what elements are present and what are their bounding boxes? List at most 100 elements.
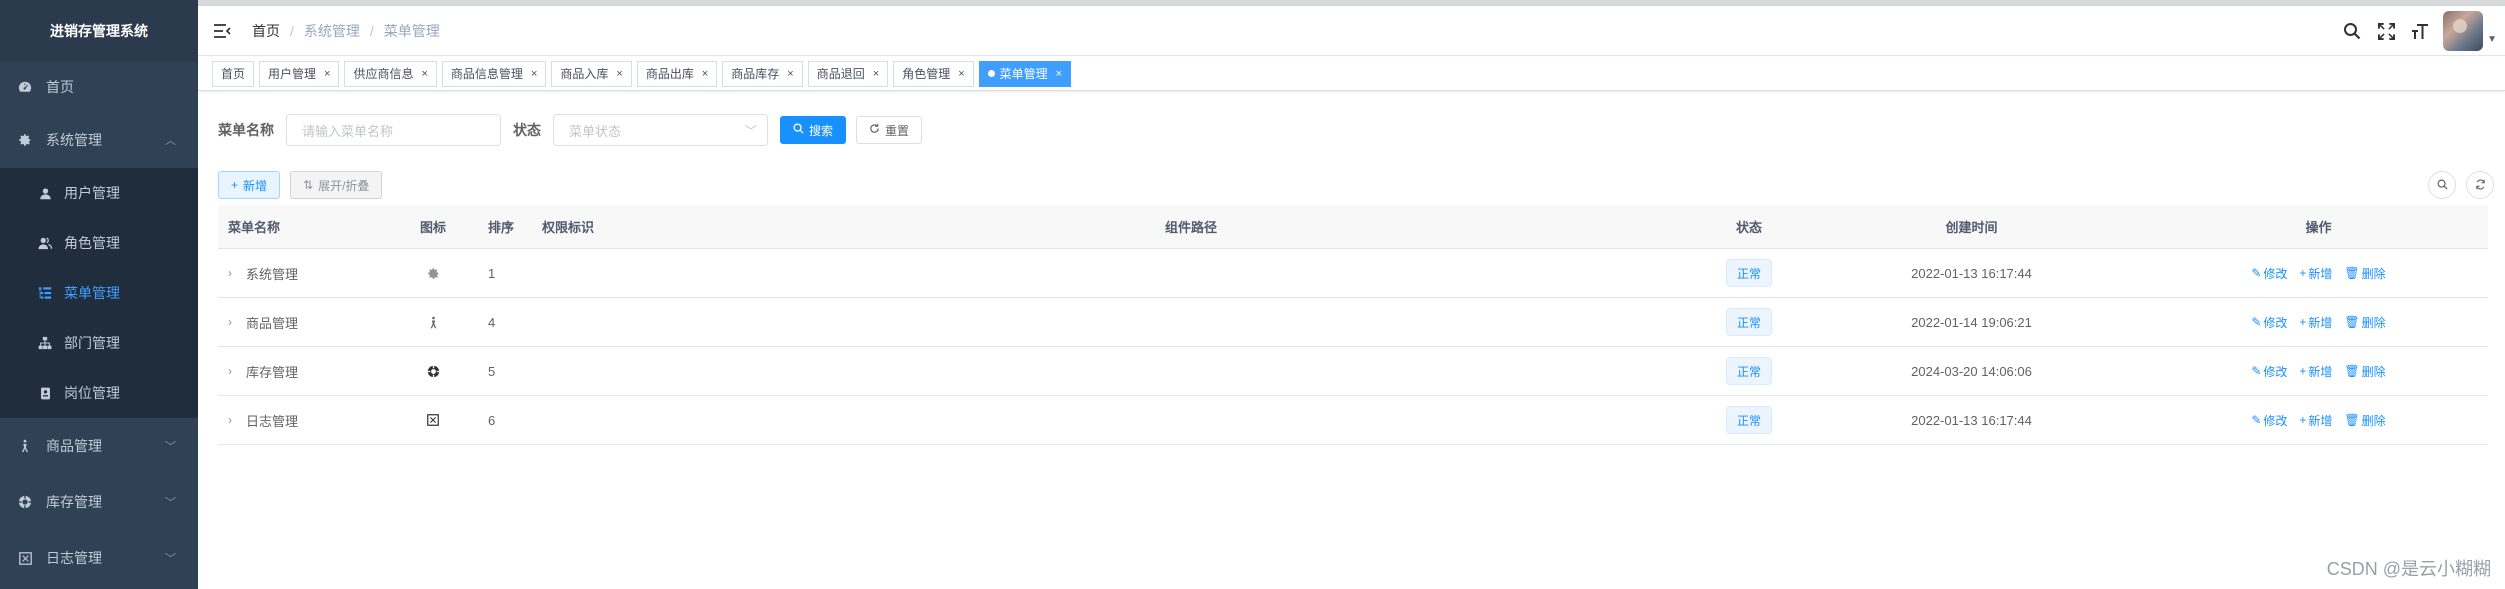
toggle-search-button[interactable] <box>2428 171 2456 199</box>
sidebar-item-inventory[interactable]: 库存管理 ﹀ <box>0 474 198 530</box>
edit-icon: ✎ <box>2251 266 2262 280</box>
search-icon[interactable] <box>2335 14 2369 48</box>
menu-name-cell: 系统管理 <box>246 266 299 282</box>
tag-label: 商品信息管理 <box>450 67 523 81</box>
delete-link[interactable]: 🗑︎ 删除 <box>2344 412 2385 429</box>
reset-button-label: 重置 <box>885 123 910 138</box>
table-toolbar: + 新增 ⇅ 展开/折叠 <box>218 171 383 199</box>
caret-down-icon[interactable]: ▼ <box>2487 34 2497 45</box>
close-icon[interactable]: × <box>958 68 964 80</box>
menu-name-cell: 商品管理 <box>246 315 299 331</box>
dashboard-icon <box>18 80 32 94</box>
hamburger-icon[interactable] <box>212 21 232 41</box>
tag-menus[interactable]: 菜单管理 × <box>978 60 1072 87</box>
fullscreen-icon[interactable] <box>2369 14 2403 48</box>
refresh-table-button[interactable] <box>2466 171 2494 199</box>
breadcrumb-item-home[interactable]: 首页 <box>252 21 280 41</box>
expand-collapse-button[interactable]: ⇅ 展开/折叠 <box>290 171 383 199</box>
close-icon[interactable]: × <box>1056 68 1062 80</box>
col-header-component: 组件路径 <box>1164 220 1217 235</box>
edit-link[interactable]: ✎ 修改 <box>2251 265 2287 282</box>
close-icon[interactable]: × <box>873 68 879 80</box>
tag-inventory[interactable]: 商品库存 × <box>722 60 803 87</box>
breadcrumb-separator: / <box>290 22 294 39</box>
order-cell: 6 <box>488 412 496 428</box>
edit-link[interactable]: ✎ 修改 <box>2251 314 2287 331</box>
tag-label: 用户管理 <box>268 67 317 81</box>
avatar[interactable] <box>2443 11 2484 51</box>
close-icon[interactable]: × <box>787 68 793 80</box>
sidebar-item-products[interactable]: 商品管理 ﹀ <box>0 418 198 474</box>
expand-row-icon[interactable]: › <box>228 315 238 329</box>
status-badge: 正常 <box>1725 259 1772 287</box>
plus-icon: + <box>2299 413 2307 427</box>
trash-icon: 🗑︎ <box>2344 315 2360 329</box>
add-child-link[interactable]: + 新增 <box>2299 265 2332 282</box>
created-cell: 2022-01-13 16:17:44 <box>1911 412 2032 428</box>
sidebar-item-system[interactable]: 系统管理 ︿ <box>0 112 198 168</box>
col-header-order: 排序 <box>488 220 515 235</box>
plus-icon: + <box>2299 266 2307 280</box>
menu-name-cell: 日志管理 <box>246 413 299 429</box>
expand-button-label: 展开/折叠 <box>318 178 370 193</box>
sidebar-item-users[interactable]: 用户管理 <box>0 168 198 218</box>
log-icon <box>398 414 468 426</box>
add-button[interactable]: + 新增 <box>218 171 281 199</box>
close-icon[interactable]: × <box>702 68 708 80</box>
delete-link[interactable]: 🗑︎ 删除 <box>2344 363 2385 380</box>
status-select[interactable]: 菜单状态 ﹀ <box>553 114 768 146</box>
tag-stock-in[interactable]: 商品入库 × <box>551 60 632 87</box>
tag-product-info[interactable]: 商品信息管理 × <box>441 60 547 87</box>
tag-suppliers[interactable]: 供应商信息 × <box>344 60 437 87</box>
tag-home[interactable]: 首页 <box>212 60 255 87</box>
edit-link[interactable]: ✎ 修改 <box>2251 412 2287 429</box>
delete-link[interactable]: 🗑︎ 删除 <box>2344 314 2385 331</box>
plus-icon: + <box>2299 364 2307 378</box>
status-badge: 正常 <box>1725 406 1772 434</box>
sidebar-item-departments[interactable]: 部门管理 <box>0 318 198 368</box>
delete-link-label: 删除 <box>2361 315 2386 330</box>
expand-row-icon[interactable]: › <box>228 413 238 427</box>
search-icon <box>2437 177 2448 193</box>
add-child-link[interactable]: + 新增 <box>2299 363 2332 380</box>
sidebar-item-logs[interactable]: 日志管理 ﹀ <box>0 530 198 586</box>
close-icon[interactable]: × <box>421 68 427 80</box>
sidebar-item-posts[interactable]: 岗位管理 <box>0 368 198 418</box>
tag-returns[interactable]: 商品退回 × <box>807 60 889 87</box>
tag-stock-out[interactable]: 商品出库 × <box>636 60 718 87</box>
close-icon[interactable]: × <box>531 68 537 80</box>
expand-row-icon[interactable]: › <box>228 364 238 378</box>
sidebar-item-label: 部门管理 <box>64 335 120 351</box>
delete-link[interactable]: 🗑︎ 删除 <box>2344 265 2385 282</box>
sidebar-item-home[interactable]: 首页 <box>0 62 198 112</box>
edit-link-label: 修改 <box>2263 364 2288 379</box>
tag-label: 角色管理 <box>902 67 951 81</box>
font-size-icon[interactable] <box>2403 14 2437 48</box>
tag-roles[interactable]: 角色管理 × <box>893 60 974 87</box>
trash-icon: 🗑︎ <box>2344 413 2360 427</box>
edit-link-label: 修改 <box>2263 315 2288 330</box>
sidebar-item-roles[interactable]: 角色管理 <box>0 218 198 268</box>
close-icon[interactable]: × <box>616 68 622 80</box>
reset-button[interactable]: 重置 <box>856 116 923 144</box>
expand-row-icon[interactable]: › <box>228 266 238 280</box>
chevron-down-icon: ﹀ <box>165 441 176 453</box>
search-button[interactable]: 搜索 <box>780 116 847 144</box>
edit-link[interactable]: ✎ 修改 <box>2251 363 2287 380</box>
breadcrumb-item-menus: 菜单管理 <box>383 22 440 39</box>
warehouse-icon <box>18 495 32 509</box>
sidebar-item-label: 系统管理 <box>46 132 102 148</box>
search-form: 菜单名称 请输入菜单名称 状态 菜单状态 ﹀ 搜索 重置 <box>218 114 923 146</box>
tag-label: 商品出库 <box>645 67 694 81</box>
add-child-link[interactable]: + 新增 <box>2299 314 2332 331</box>
add-child-link[interactable]: + 新增 <box>2299 412 2332 429</box>
menu-name-input[interactable]: 请输入菜单名称 <box>286 114 501 146</box>
sidebar-item-menus[interactable]: 菜单管理 <box>0 268 198 318</box>
col-header-icon: 图标 <box>419 220 446 235</box>
sidebar-item-label: 角色管理 <box>64 235 120 251</box>
tag-users[interactable]: 用户管理 × <box>259 60 340 87</box>
table-row: › 商品管理 4 正常 2022-01-14 19:06:21 ✎ 修改 + 新增 🗑… <box>218 298 2488 347</box>
close-icon[interactable]: × <box>324 68 330 80</box>
sidebar-item-label: 岗位管理 <box>64 385 120 401</box>
add-link-label: 新增 <box>2308 315 2333 330</box>
